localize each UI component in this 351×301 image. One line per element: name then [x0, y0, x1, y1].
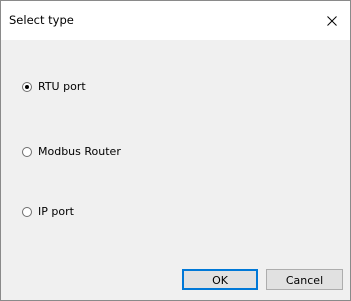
option-ip-port[interactable]: IP port: [22, 204, 74, 220]
dialog-title: Select type: [9, 13, 74, 27]
option-rtu-port[interactable]: RTU port: [22, 79, 86, 95]
option-label-ip-port: IP port: [38, 205, 74, 218]
cancel-button[interactable]: Cancel: [266, 269, 343, 290]
ok-button[interactable]: OK: [182, 269, 258, 290]
radio-button-rtu-port[interactable]: [22, 82, 32, 92]
radio-selected-dot: [25, 85, 29, 89]
option-modbus-router[interactable]: Modbus Router: [22, 144, 121, 160]
option-label-rtu-port: RTU port: [38, 80, 86, 93]
radio-button-ip-port[interactable]: [22, 207, 32, 217]
close-button[interactable]: [314, 1, 350, 40]
select-type-dialog: Select type RTU port Modbus Router IP po…: [0, 0, 351, 301]
title-bar[interactable]: Select type: [1, 1, 350, 40]
close-icon: [327, 16, 337, 26]
option-label-modbus-router: Modbus Router: [38, 145, 121, 158]
radio-button-modbus-router[interactable]: [22, 147, 32, 157]
